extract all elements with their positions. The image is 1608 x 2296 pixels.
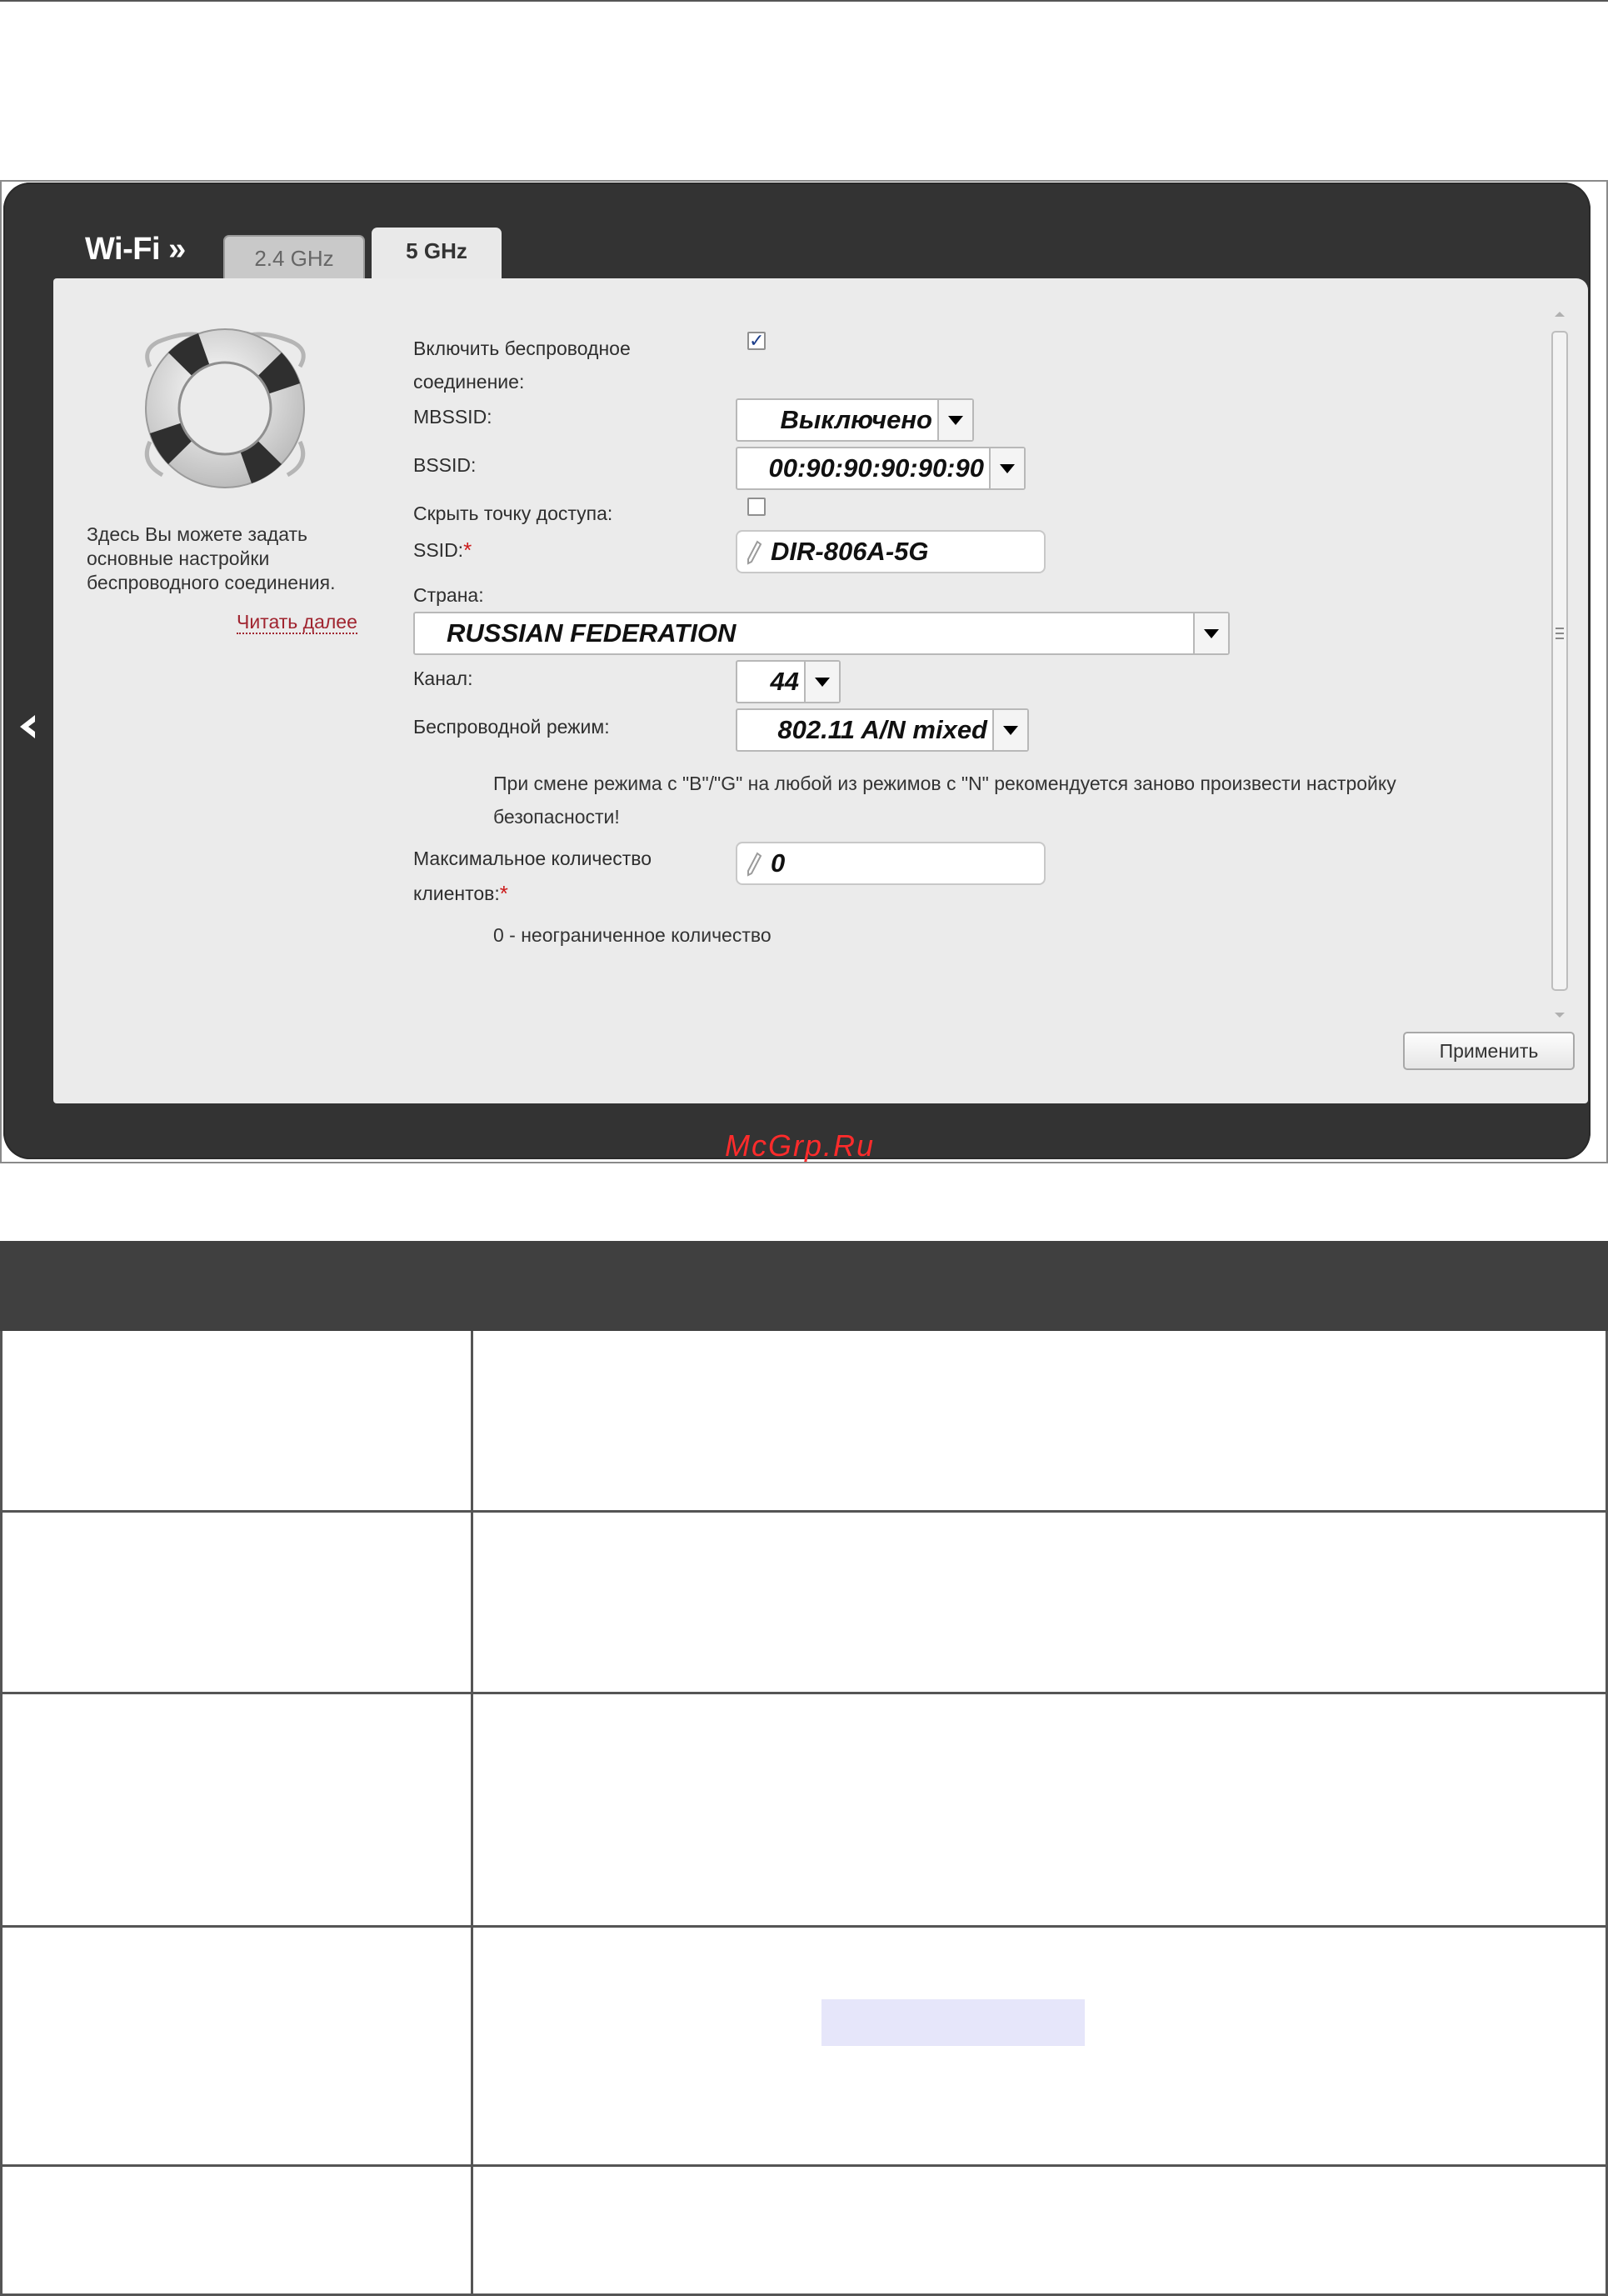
channel-value: 44 <box>770 667 799 696</box>
max-clients-note: 0 - неограниченное количество <box>493 924 772 946</box>
lifebuoy-icon <box>144 328 306 488</box>
chevron-down-icon <box>804 662 839 702</box>
ssid-value: DIR-806A-5G <box>771 537 929 566</box>
watermark: McGrp.Ru <box>725 1128 876 1163</box>
table-cell-parameter <box>0 1331 473 1510</box>
section-title: Wi-Fi » <box>85 232 186 267</box>
table-row <box>0 1513 1608 1694</box>
wireless-mode-value: 802.11 A/N mixed <box>777 715 987 744</box>
bssid-value: 00:90:90:90:90:90 <box>768 453 984 483</box>
ssid-input[interactable]: DIR-806A-5G <box>736 530 1046 573</box>
max-clients-label-line2: клиентов:* <box>413 881 508 906</box>
vertical-scrollbar[interactable] <box>1548 308 1571 1025</box>
country-select[interactable]: RUSSIAN FEDERATION <box>413 612 1230 655</box>
max-clients-input[interactable]: 0 <box>736 842 1046 885</box>
mbssid-value: Выключено <box>780 405 932 434</box>
table-header <box>0 1241 1608 1331</box>
table-cell-description <box>473 1513 1608 1692</box>
enable-wireless-checkbox[interactable]: ✓ <box>747 332 766 350</box>
table-cell-parameter <box>0 1928 473 2164</box>
channel-label: Канал: <box>413 668 473 689</box>
help-text: Здесь Вы можете задать основные настройк… <box>87 523 336 593</box>
table-cell-description <box>473 1331 1608 1510</box>
table-cell-parameter <box>0 1513 473 1692</box>
channel-select[interactable]: 44 <box>736 660 841 703</box>
table-row <box>0 1928 1608 2167</box>
chevron-down-icon <box>992 710 1027 750</box>
max-clients-label-line1: Максимальное количество <box>413 848 652 869</box>
country-value: RUSSIAN FEDERATION <box>447 618 737 648</box>
hide-ap-label: Скрыть точку доступа: <box>413 503 613 524</box>
read-more-link[interactable]: Читать далее <box>237 611 357 634</box>
ssid-label: SSID:* <box>413 538 472 563</box>
table-cell-description <box>473 1694 1608 1925</box>
mbssid-select[interactable]: Выключено <box>736 398 974 442</box>
max-clients-value: 0 <box>771 848 786 878</box>
table-row <box>0 2167 1608 2296</box>
apply-button[interactable]: Применить <box>1403 1032 1575 1070</box>
table-cell-parameter <box>0 2167 473 2293</box>
table-cell-description <box>473 2167 1608 2293</box>
enable-wireless-label: Включить беспроводное соединение: <box>413 338 631 393</box>
bssid-select[interactable]: 00:90:90:90:90:90 <box>736 447 1026 490</box>
wireless-mode-select[interactable]: 802.11 A/N mixed <box>736 708 1029 752</box>
tab-2-4-ghz[interactable]: 2.4 GHz <box>223 235 365 278</box>
mode-change-note: При смене режима с "B"/"G" на любой из р… <box>493 773 1396 828</box>
page-top-rule <box>0 0 1608 2</box>
hide-ap-checkbox[interactable] <box>747 498 766 516</box>
table-cell-parameter <box>0 1694 473 1925</box>
tab-5-ghz[interactable]: 5 GHz <box>372 228 502 281</box>
highlight-box <box>821 1999 1085 2046</box>
chevron-down-icon <box>937 400 972 440</box>
pencil-icon <box>747 852 762 877</box>
table-row <box>0 1331 1608 1513</box>
chevron-down-icon <box>989 448 1024 488</box>
wireless-mode-label: Беспроводной режим: <box>413 716 610 738</box>
pencil-icon <box>747 540 762 565</box>
mbssid-label: MBSSID: <box>413 406 492 428</box>
table-cell-description <box>473 1928 1608 2164</box>
country-label: Страна: <box>413 584 484 606</box>
bssid-label: BSSID: <box>413 454 477 476</box>
table-row <box>0 1694 1608 1928</box>
chevron-down-icon <box>1193 613 1228 653</box>
back-arrow-icon[interactable] <box>15 710 40 743</box>
